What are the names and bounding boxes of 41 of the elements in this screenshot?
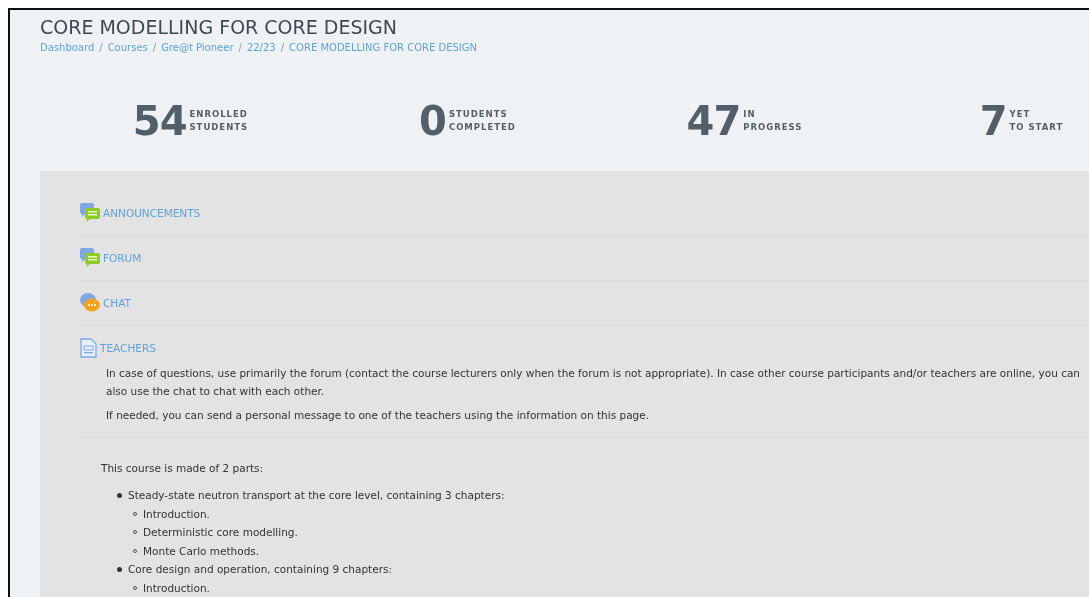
activity-link[interactable]: FORUM xyxy=(103,251,142,264)
breadcrumb-separator: / xyxy=(280,42,285,53)
description-paragraph: If needed, you can send a personal message to one of the teachers using the information on this page. xyxy=(106,408,651,423)
breadcrumb-separator: / xyxy=(99,42,103,53)
breadcrumb-link[interactable]: 22/23 xyxy=(246,42,276,53)
stat-label: PROGRESS xyxy=(743,121,803,134)
speech-bubbles-icon xyxy=(80,248,100,267)
stat-number: 0 xyxy=(419,101,446,141)
list-item: Deterministic core modelling. xyxy=(143,525,298,540)
stat-label: STUDENTS xyxy=(448,108,509,121)
speech-bubbles-icon xyxy=(80,203,100,222)
breadcrumb-separator: / xyxy=(238,42,242,53)
stat-number: 7 xyxy=(979,101,1007,141)
list-item: Introduction. xyxy=(143,506,210,522)
stat-label: STUDENTS xyxy=(189,121,249,134)
breadcrumb-link[interactable]: CORE MODELLING FOR CORE DESIGN xyxy=(289,42,477,53)
breadcrumb-separator: / xyxy=(152,42,157,53)
list-item: Core design and operation, containing 9 chapters: xyxy=(128,562,392,577)
stat-number: 54 xyxy=(132,101,187,141)
page-icon xyxy=(80,338,97,358)
list-item: Monte Carlo methods. xyxy=(143,543,260,559)
page-title: CORE MODELLING FOR CORE DESIGN xyxy=(40,16,399,38)
list-item: Steady-state neutron transport at the core level, containing 3 chapters: xyxy=(128,488,505,503)
stat-label: IN xyxy=(743,108,757,121)
intro-text: This course is made of 2 parts: xyxy=(101,462,265,474)
stat-number: 47 xyxy=(686,101,741,141)
description-paragraph: In case of questions, use primarily the forum (contact the course lecturers only when the forum is not appropriate). In case other course participants and/or teachers are online, you can also use the chat to chat with each other. xyxy=(106,366,1081,399)
breadcrumb-link[interactable]: Dashboard xyxy=(40,42,95,53)
bullet-icon xyxy=(117,566,122,572)
stat-label: YET xyxy=(1009,108,1032,121)
stat-label: ENROLLED xyxy=(189,108,249,121)
list-item: Introduction. xyxy=(143,580,210,596)
bullet-icon xyxy=(117,492,122,498)
activity-link[interactable]: CHAT xyxy=(103,296,131,309)
chat-bubbles-icon xyxy=(80,293,100,312)
stat-label: TO START xyxy=(1009,121,1064,134)
breadcrumb-link[interactable]: Gre@t Pioneer xyxy=(161,42,234,53)
activity-link[interactable]: TEACHERS xyxy=(100,342,156,354)
breadcrumb-link[interactable]: Courses xyxy=(107,42,148,53)
stat-label: COMPLETED xyxy=(448,121,516,134)
activity-link[interactable]: ANNOUNCEMENTS xyxy=(103,206,201,219)
